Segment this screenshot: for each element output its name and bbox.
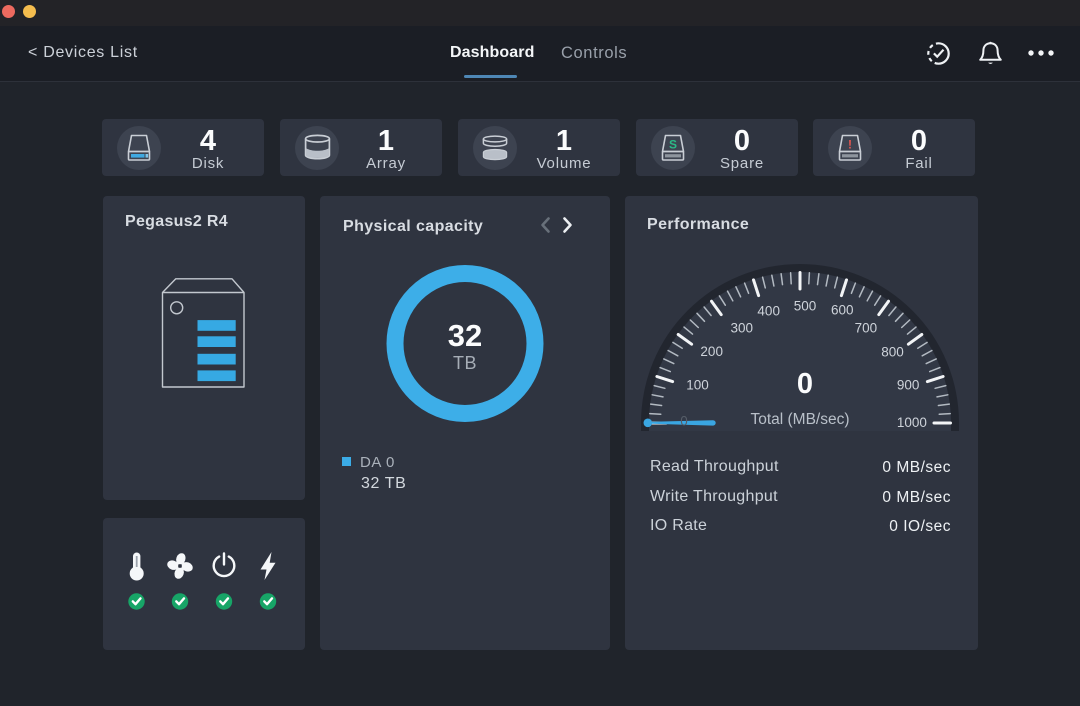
svg-text:700: 700 <box>855 320 878 335</box>
svg-text:1000: 1000 <box>897 415 927 430</box>
svg-text:400: 400 <box>757 303 780 318</box>
svg-text:600: 600 <box>831 303 854 318</box>
svg-text:0: 0 <box>680 414 688 429</box>
svg-text:100: 100 <box>686 378 709 393</box>
svg-text:500: 500 <box>794 299 817 314</box>
svg-text:S: S <box>669 138 677 152</box>
svg-text:800: 800 <box>881 345 904 360</box>
svg-text:900: 900 <box>897 378 920 393</box>
svg-text:!: ! <box>848 138 852 152</box>
svg-text:200: 200 <box>700 344 723 359</box>
svg-text:0: 0 <box>797 368 813 400</box>
svg-text:300: 300 <box>731 320 754 335</box>
svg-text:Total (MB/sec): Total (MB/sec) <box>750 411 849 428</box>
